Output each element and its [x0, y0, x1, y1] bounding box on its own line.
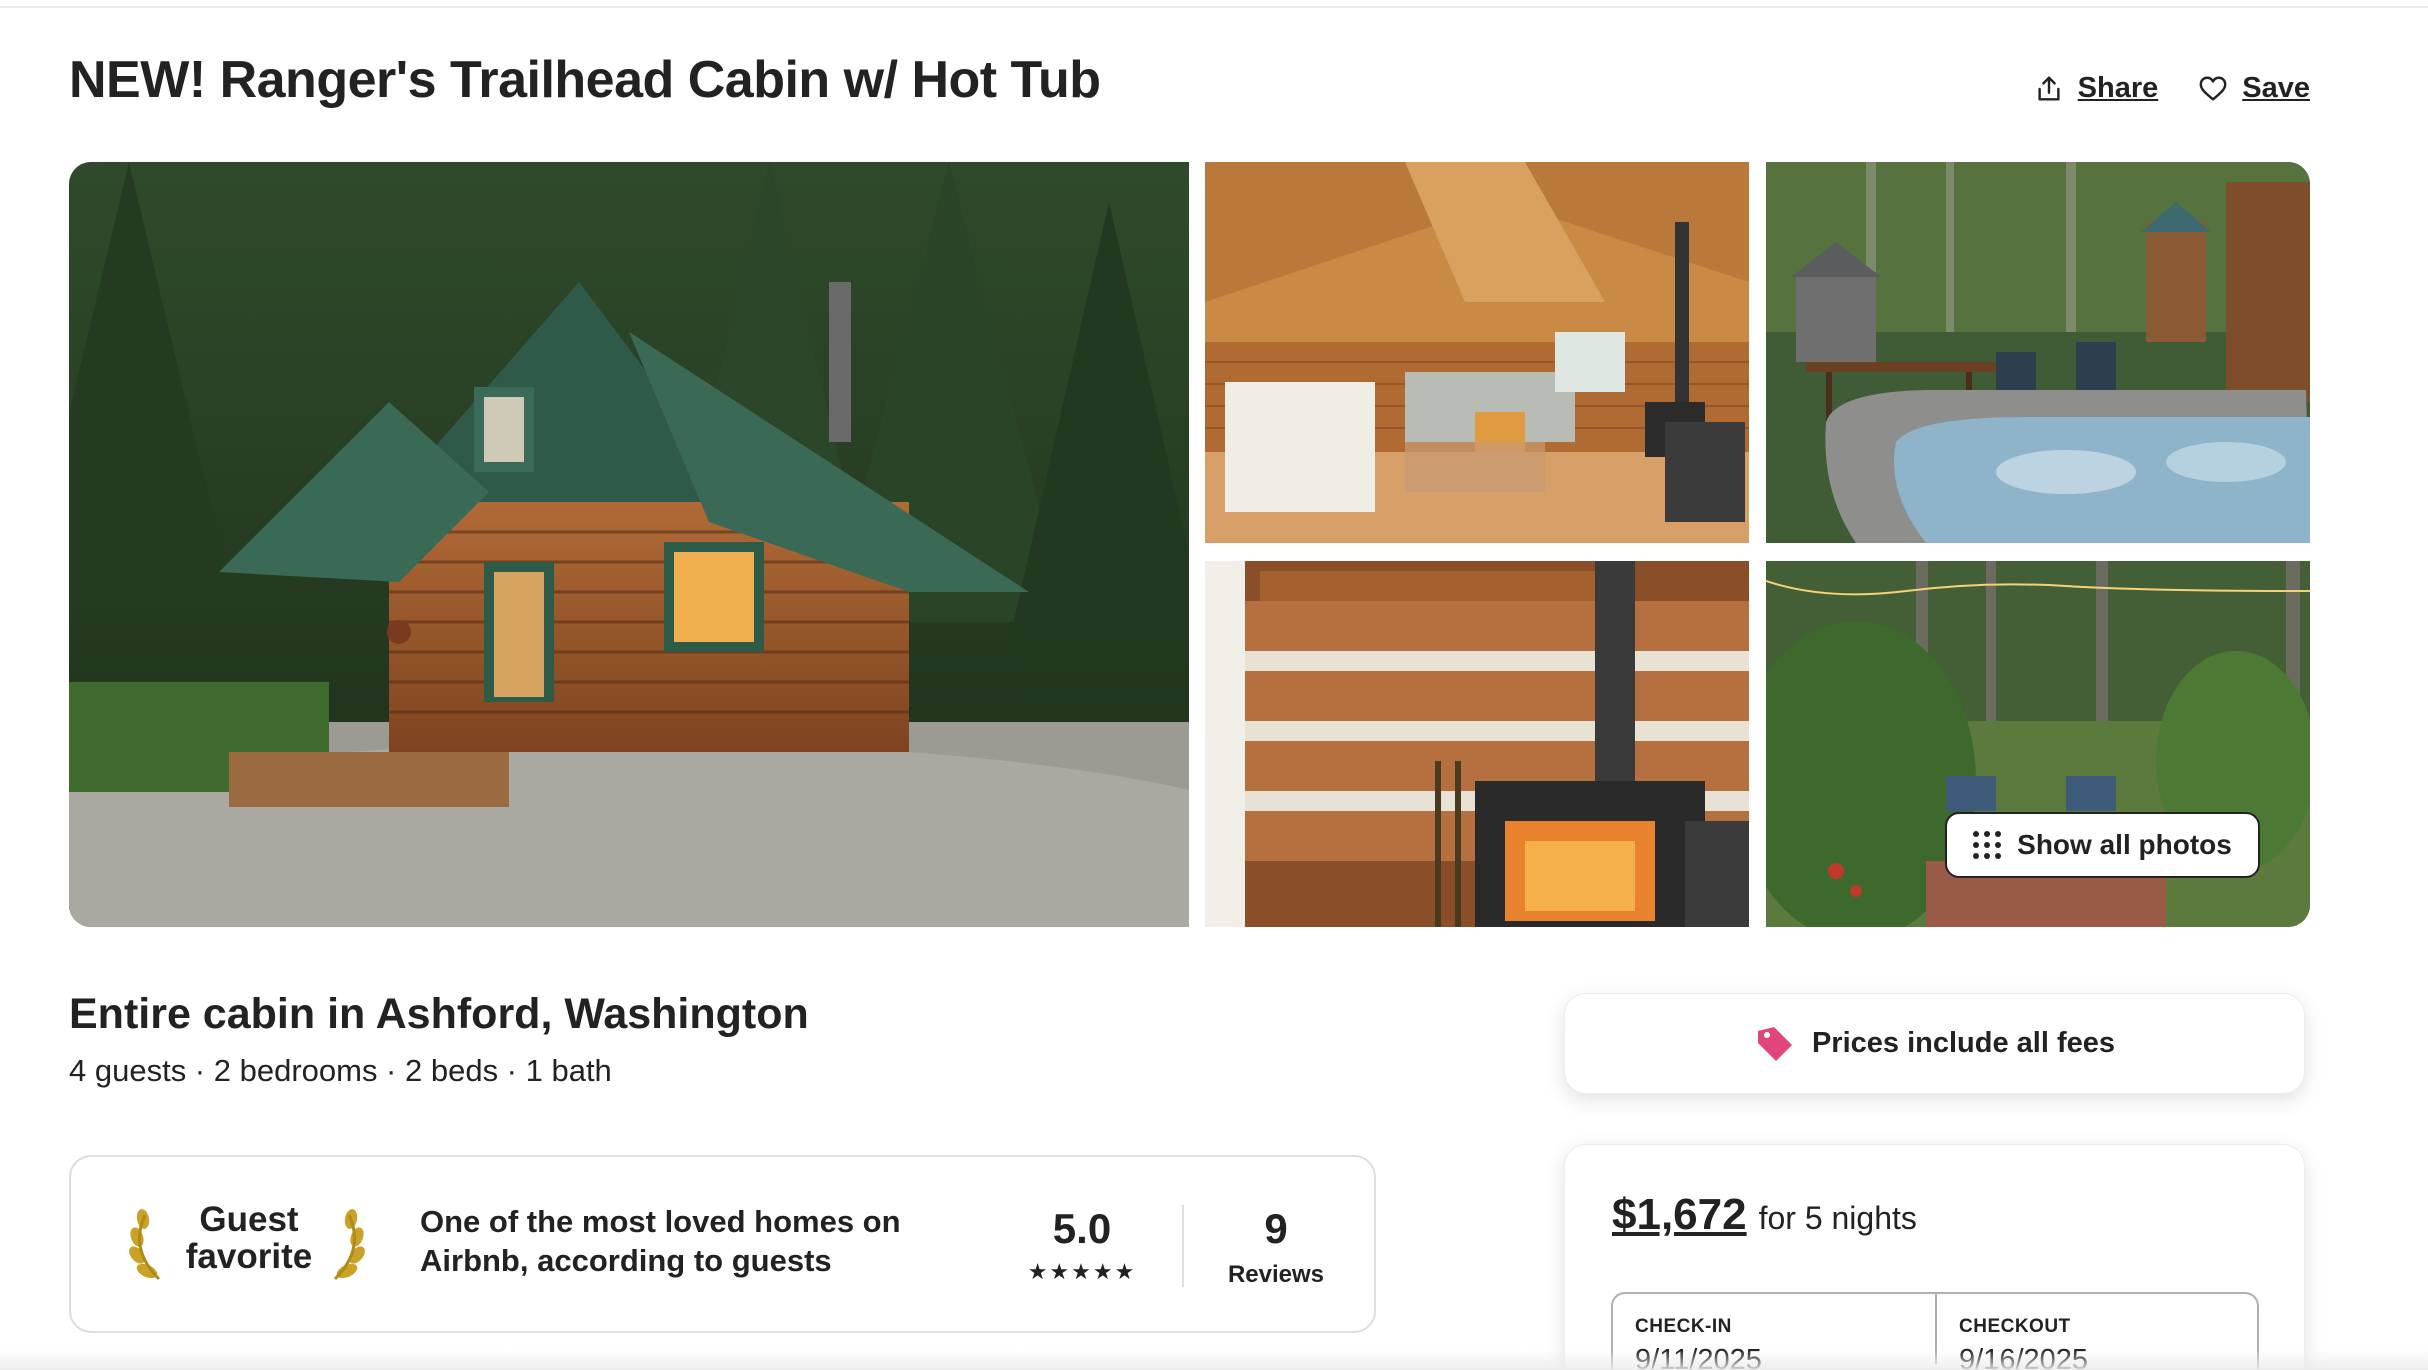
price-tag-icon	[1757, 1026, 1792, 1061]
reviews-count: 9	[1264, 1205, 1288, 1252]
prices-include-fees-text: Prices include all fees	[1811, 1027, 2116, 1059]
save-button[interactable]: Save	[2198, 72, 2310, 105]
laurel-left-icon	[129, 1209, 161, 1281]
rating-divider	[1182, 1205, 1184, 1287]
hot-tub-photo	[1766, 162, 2310, 543]
total-price[interactable]: $1,672	[1612, 1190, 1747, 1240]
price-suffix: for 5 nights	[1758, 1200, 1917, 1236]
price-row: $1,672 for 5 nights	[1612, 1190, 1917, 1240]
booking-card: $1,672 for 5 nights CHECK-IN 9/11/2025 C…	[1564, 1144, 2305, 1370]
listing-subtitle: Entire cabin in Ashford, Washington	[69, 990, 809, 1038]
log-cabin-photo	[69, 162, 1189, 927]
listing-details: 4 guests · 2 bedrooms · 2 beds · 1 bath	[69, 1053, 612, 1088]
listing-title: NEW! Ranger's Trailhead Cabin w/ Hot Tub	[69, 51, 1101, 109]
photo-cabin-exterior[interactable]	[69, 162, 1189, 927]
photo-wood-stove[interactable]	[1205, 561, 1749, 927]
listing-actions: Share Save	[2034, 72, 2310, 105]
share-label: Share	[2077, 72, 2159, 104]
share-button[interactable]: Share	[2034, 72, 2159, 105]
star-rating-icon: ★★★★★	[1027, 1259, 1137, 1284]
reviews-label: Reviews	[1227, 1261, 1325, 1288]
guest-favorite-description: One of the most loved homes on Airbnb, a…	[420, 1204, 901, 1278]
interior-photo	[1205, 162, 1749, 543]
share-icon	[2038, 76, 2060, 101]
show-all-photos-label: Show all photos	[2017, 829, 2232, 860]
show-all-photos-button[interactable]: Show all photos	[1945, 812, 2260, 878]
laurel-right-icon	[333, 1209, 365, 1281]
rating-value: 5.0	[1052, 1205, 1112, 1252]
save-label: Save	[2242, 72, 2310, 104]
photo-hot-tub[interactable]	[1766, 162, 2310, 543]
grid-dots-icon	[1973, 831, 2002, 859]
reviews-link[interactable]: 9 Reviews	[1221, 1205, 1331, 1289]
guest-favorite-label: Guest favorite	[185, 1200, 313, 1276]
guest-favorite-card[interactable]: Guest favorite One of the most loved hom…	[69, 1155, 1376, 1333]
prices-include-fees-banner: Prices include all fees	[1564, 993, 2305, 1094]
checkout-label: CHECKOUT	[1959, 1316, 2071, 1337]
rating-block: 5.0 ★★★★★	[1017, 1205, 1147, 1285]
checkin-label: CHECK-IN	[1635, 1316, 1732, 1337]
bottom-fade	[0, 1350, 2428, 1370]
heart-icon	[2199, 76, 2227, 101]
wood-stove-photo	[1205, 561, 1749, 927]
photo-living-room[interactable]	[1205, 162, 1749, 543]
header-divider	[0, 6, 2428, 8]
